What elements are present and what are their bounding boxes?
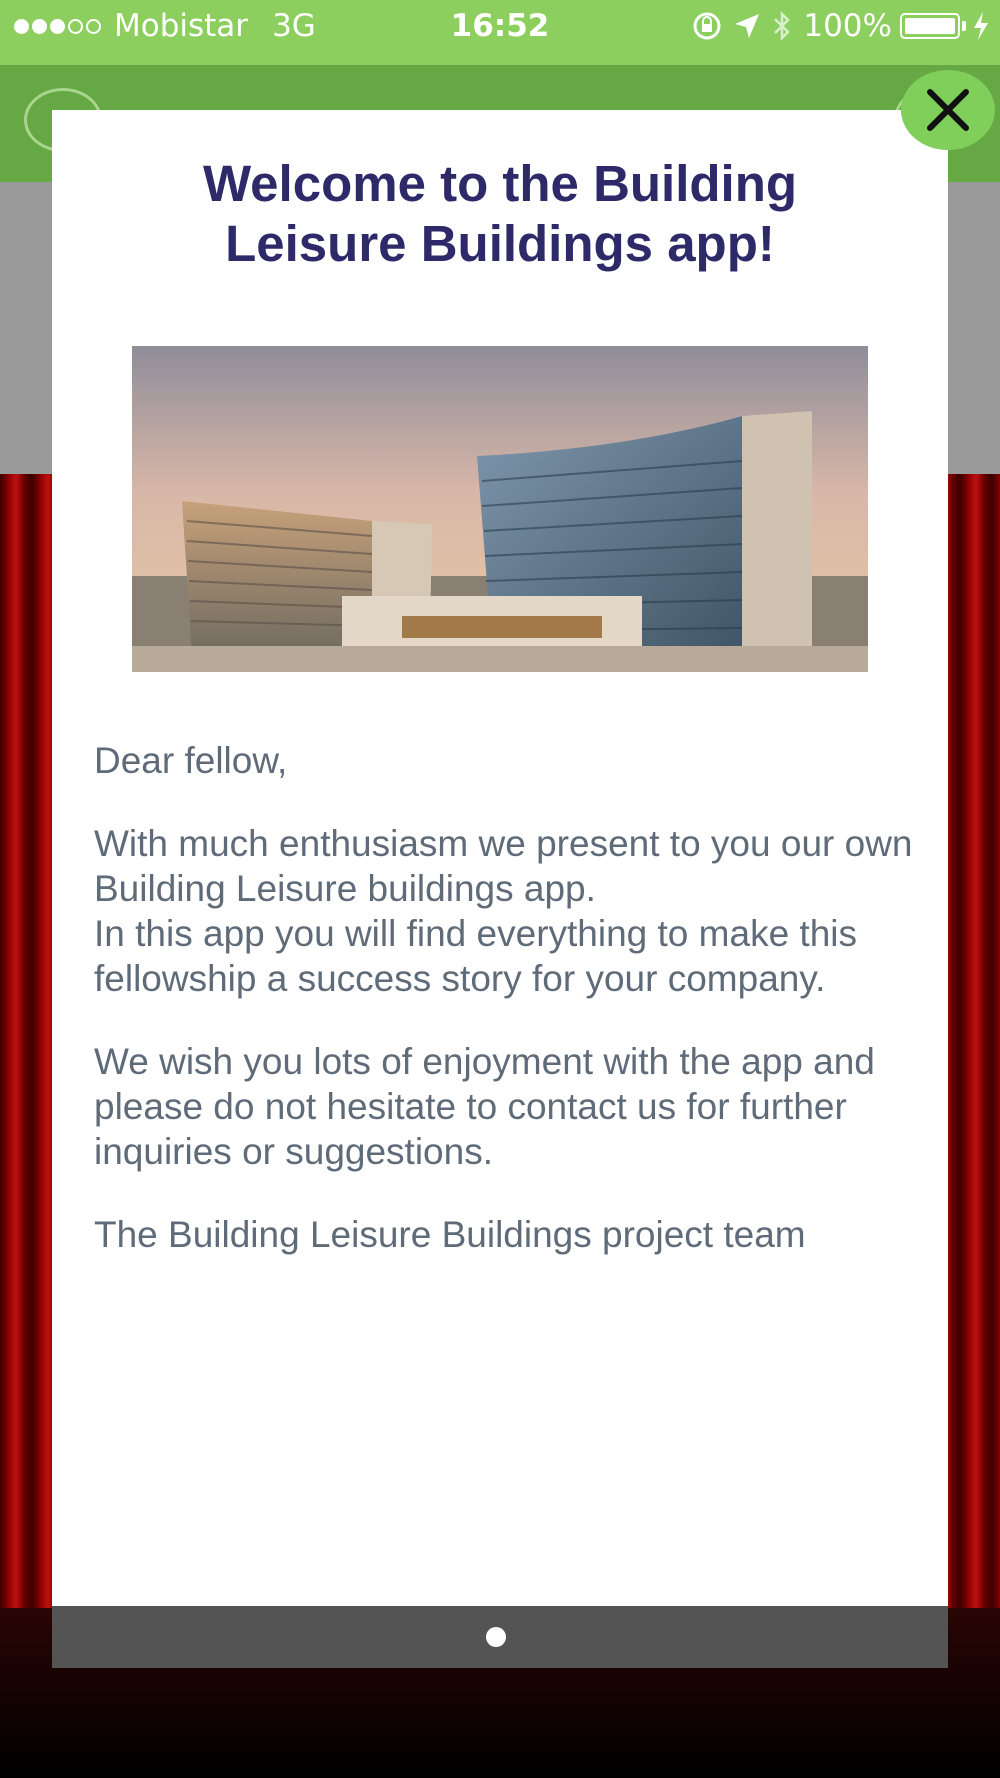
modal-title-line-2: Leisure Buildings app!: [225, 215, 775, 272]
intro-text: With much enthusiasm we present to you o…: [94, 823, 913, 909]
close-icon: [927, 89, 969, 131]
battery-percent: 100%: [803, 8, 892, 44]
modal-footer: [52, 1606, 948, 1668]
status-right: 100%: [691, 8, 990, 44]
signature-text: The Building Leisure Buildings project t…: [94, 1214, 806, 1255]
intro-text-2: In this app you will find everything to …: [94, 913, 857, 999]
page-indicator-dot[interactable]: [486, 1627, 506, 1647]
bluetooth-icon: [774, 10, 791, 42]
close-button[interactable]: [901, 70, 995, 150]
status-bar: Mobistar 3G 16:52 100%: [0, 0, 1000, 65]
location-arrow-icon: [735, 14, 760, 38]
modal-body: Dear fellow, With much enthusiasm we pre…: [94, 738, 914, 1295]
modal-title-line-1: Welcome to the Building: [202, 155, 798, 212]
modal-title: Welcome to the Building Leisure Building…: [52, 154, 948, 274]
charging-icon: [974, 12, 988, 40]
hero-image: [132, 346, 868, 672]
welcome-modal: Welcome to the Building Leisure Building…: [52, 110, 948, 1668]
wish-text: We wish you lots of enjoyment with the a…: [94, 1041, 875, 1172]
battery-icon: [900, 13, 960, 39]
rotation-lock-icon: [693, 12, 721, 40]
greeting-text: Dear fellow,: [94, 740, 288, 781]
